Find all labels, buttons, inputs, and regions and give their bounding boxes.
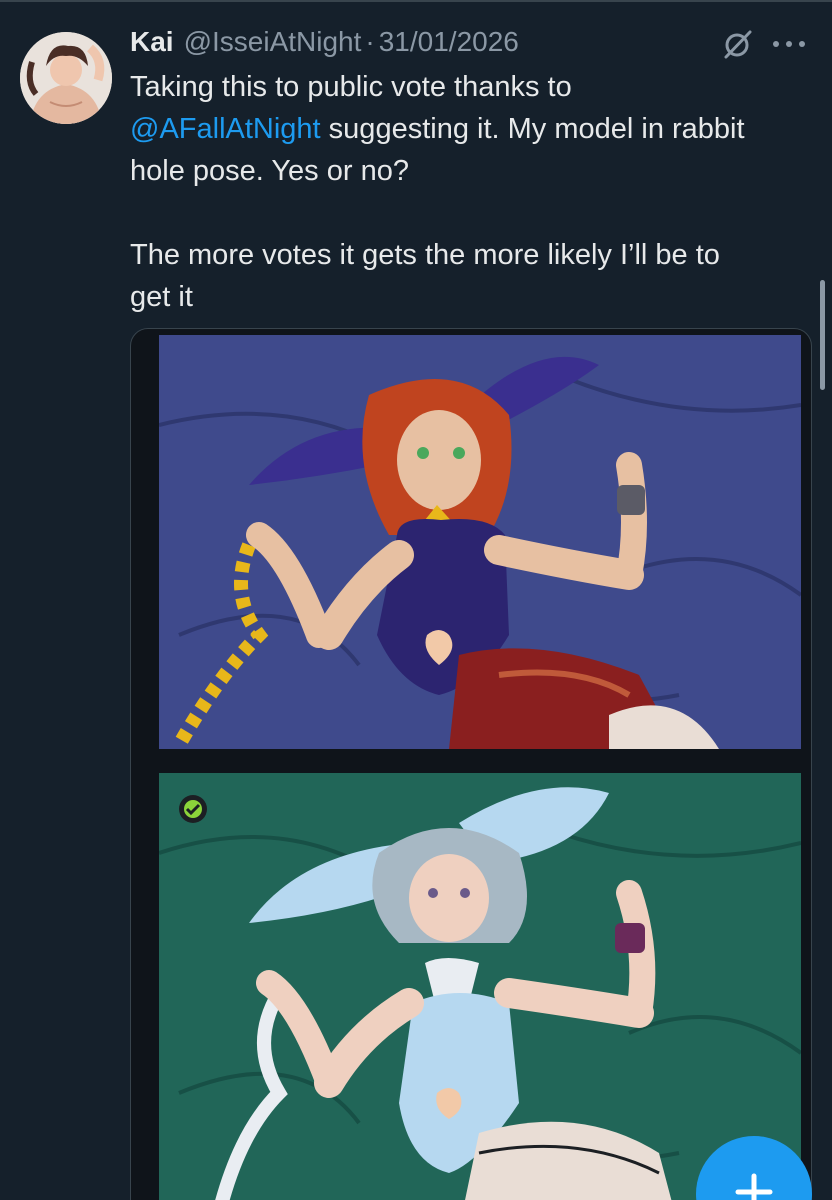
- tweet-text-line: The more votes it gets the more likely I…: [130, 239, 720, 271]
- grok-icon[interactable]: [722, 28, 754, 60]
- tweet-text-line: Taking this to public vote thanks to: [130, 71, 572, 103]
- header-separator: ·: [365, 26, 375, 57]
- tweet-text: Taking this to public vote thanks to @AF…: [130, 66, 820, 318]
- media-card[interactable]: [130, 328, 812, 1200]
- tweet-screen: Kai @IsseiAtNight · 31/01/2026 Taking th…: [0, 0, 832, 1200]
- author-handle[interactable]: @IsseiAtNight: [184, 26, 362, 58]
- avatar-image: [20, 32, 112, 124]
- tweet-text-line: @AFallAtNight suggesting it. My model in…: [130, 108, 820, 150]
- mention-link[interactable]: @AFallAtNight: [130, 113, 321, 145]
- media-image-blue-bunny[interactable]: [159, 773, 801, 1200]
- avatar[interactable]: [20, 32, 112, 124]
- more-dots-icon[interactable]: [764, 34, 814, 54]
- scrollbar[interactable]: [820, 280, 825, 390]
- tweet-text-fragment: suggesting it. My model in rabbit: [320, 113, 745, 145]
- tweet-text-line: hole pose. Yes or no?: [130, 155, 409, 187]
- author-name[interactable]: Kai: [130, 26, 174, 58]
- tweet-date[interactable]: 31/01/2026: [379, 26, 519, 58]
- tweet-header: Kai @IsseiAtNight · 31/01/2026: [130, 26, 519, 62]
- plus-icon: [735, 1173, 773, 1200]
- media-image-red-bunny[interactable]: [159, 335, 801, 749]
- tweet-text-line: get it: [130, 281, 193, 313]
- divider: [0, 0, 832, 2]
